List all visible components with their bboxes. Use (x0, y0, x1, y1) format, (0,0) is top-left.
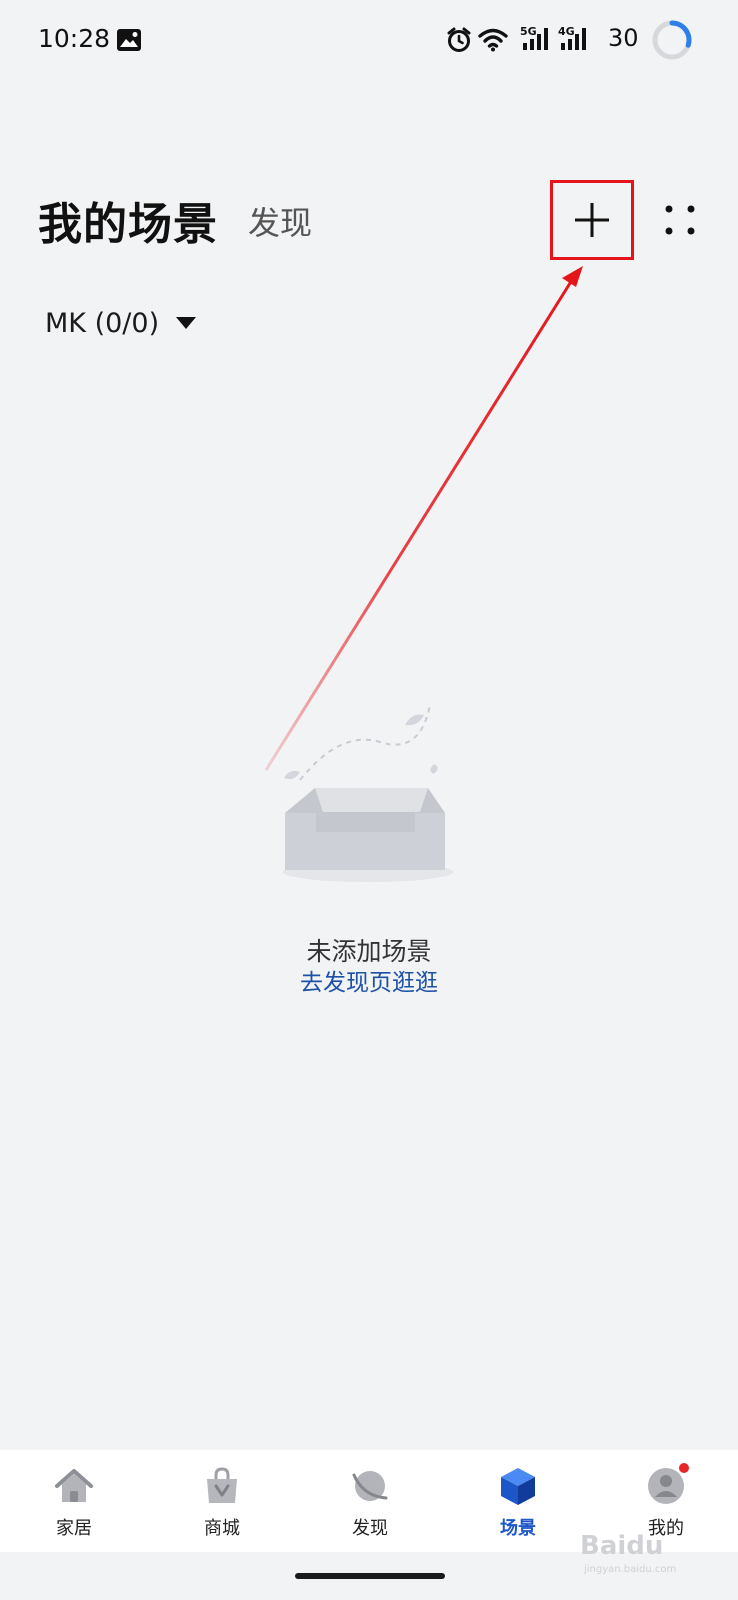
baidu-watermark: Baidu jingyan.baidu.com (580, 1531, 676, 1575)
empty-state-link-wrap: 去发现页逛逛 (0, 963, 738, 997)
status-time: 10:28 (38, 24, 111, 53)
alarm-icon (447, 27, 471, 52)
cube-icon (501, 1468, 535, 1505)
notification-badge (679, 1463, 689, 1473)
header: 我的场景 发现 (0, 180, 738, 260)
wifi-icon (478, 28, 508, 52)
nav-item-home[interactable]: 家居 (0, 1450, 148, 1552)
network-type-4g: 4G (558, 25, 575, 38)
page-title: 我的场景 (38, 199, 218, 250)
home-selector[interactable]: MK (0/0) (45, 303, 197, 343)
nav-label-discover: 发现 (352, 1518, 388, 1539)
signal-4g-icon: 4G (558, 25, 586, 50)
four-dot-grid-icon[interactable] (654, 194, 706, 246)
nav-item-discover[interactable]: 发现 (296, 1450, 444, 1552)
nav-label-mall: 商城 (204, 1518, 240, 1539)
battery-percentage: 30 (608, 24, 639, 52)
nav-item-scene[interactable]: 场景 (444, 1450, 592, 1552)
home-selector-label: MK (0/0) (45, 307, 160, 339)
nav-item-mall[interactable]: 商城 (148, 1450, 296, 1552)
watermark-subtitle: jingyan.baidu.com (583, 1564, 676, 1575)
nav-label-home: 家居 (56, 1518, 92, 1539)
home-indicator (295, 1573, 445, 1579)
watermark-brand: Baidu (580, 1531, 663, 1561)
shopping-bag-icon (207, 1467, 237, 1503)
status-bar: 10:28 5G 4G 30 (0, 0, 738, 84)
triangle-down-icon (176, 317, 197, 329)
nav-label-scene: 场景 (500, 1518, 536, 1539)
add-scene-button[interactable] (550, 180, 634, 260)
home-icon (55, 1469, 93, 1502)
plus-icon (575, 203, 609, 237)
battery-ring-icon (652, 20, 692, 60)
empty-inbox-illustration (283, 704, 453, 882)
gallery-notification-icon (117, 29, 141, 51)
network-type-5g: 5G (520, 25, 537, 38)
planet-icon (352, 1471, 388, 1501)
tab-discover[interactable]: 发现 (248, 198, 312, 244)
signal-5g-icon: 5G (520, 25, 548, 50)
go-discover-link[interactable]: 去发现页逛逛 (300, 970, 438, 996)
